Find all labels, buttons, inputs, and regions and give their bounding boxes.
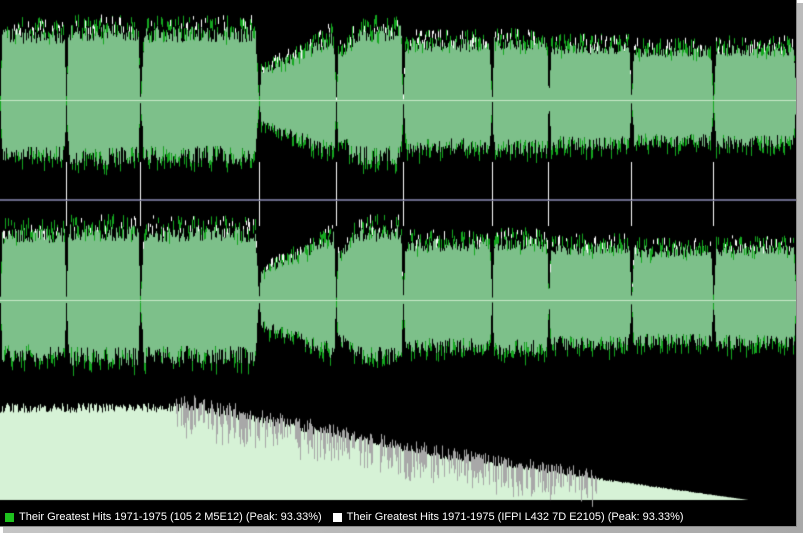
legend-item-track-a: Their Greatest Hits 1971-1975 (105 2 M5E… <box>5 511 322 523</box>
waveform-comparison-view: Their Greatest Hits 1971-1975 (105 2 M5E… <box>0 0 797 527</box>
legend-label-track-a: Their Greatest Hits 1971-1975 (105 2 M5E… <box>19 511 322 523</box>
legend-swatch-track-b <box>332 512 342 522</box>
legend-swatch-track-a <box>5 512 14 522</box>
legend-item-track-b: Their Greatest Hits 1971-1975 (IFPI L432… <box>332 511 684 523</box>
waveform-canvas <box>0 0 796 508</box>
legend-label-track-b: Their Greatest Hits 1971-1975 (IFPI L432… <box>346 511 684 523</box>
legend: Their Greatest Hits 1971-1975 (105 2 M5E… <box>0 508 796 526</box>
